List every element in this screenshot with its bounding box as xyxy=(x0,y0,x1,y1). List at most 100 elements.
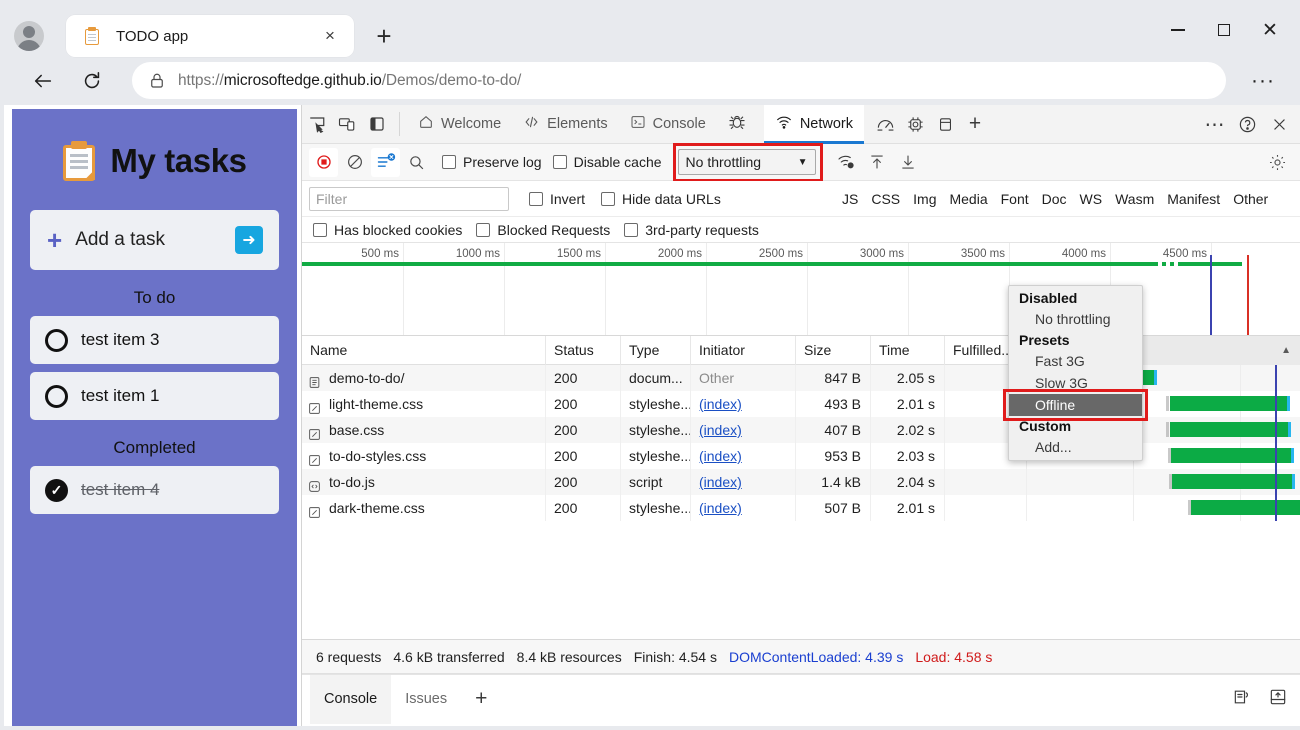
drawer-add-tab-button[interactable]: + xyxy=(461,675,501,724)
checkbox-unchecked-icon[interactable] xyxy=(45,384,68,408)
inspect-element-icon[interactable] xyxy=(302,109,332,139)
disable-cache-checkbox[interactable]: Disable cache xyxy=(552,154,662,170)
invert-checkbox[interactable]: Invert xyxy=(529,191,585,207)
cell-name[interactable]: dark-theme.css xyxy=(302,495,546,521)
filter-input[interactable]: Filter xyxy=(309,186,509,211)
tab-welcome[interactable]: Welcome xyxy=(407,105,512,144)
type-filter-wasm[interactable]: Wasm xyxy=(1115,191,1154,207)
tab-console[interactable]: Console xyxy=(619,105,717,144)
table-row[interactable]: dark-theme.css 200 styleshe... (index) 507 B… xyxy=(302,495,1300,521)
console-settings-icon[interactable] xyxy=(1232,687,1252,712)
waterfall-bar[interactable] xyxy=(1169,396,1287,411)
preserve-log-checkbox[interactable]: Preserve log xyxy=(442,154,542,170)
cell-name[interactable]: base.css xyxy=(302,417,546,443)
cell-initiator[interactable]: (index) xyxy=(691,495,796,521)
initiator-link[interactable]: (index) xyxy=(699,396,742,412)
task-item[interactable]: ✓ test item 4 xyxy=(30,466,279,514)
checkbox-unchecked-icon[interactable] xyxy=(45,328,68,352)
third-party-checkbox[interactable]: 3rd-party requests xyxy=(624,222,759,238)
add-task-input[interactable]: + Add a task ➜ xyxy=(30,210,279,270)
application-icon[interactable] xyxy=(930,109,960,139)
cell-name[interactable]: to-do-styles.css xyxy=(302,443,546,469)
close-icon[interactable]: × xyxy=(320,26,340,46)
back-icon[interactable] xyxy=(26,64,60,98)
checkbox[interactable] xyxy=(476,222,491,237)
checkbox-checked-icon[interactable]: ✓ xyxy=(45,478,68,502)
drawer-tab-console[interactable]: Console xyxy=(310,674,392,724)
reload-icon[interactable] xyxy=(75,64,109,98)
type-filter-css[interactable]: CSS xyxy=(871,191,900,207)
task-item[interactable]: test item 3 xyxy=(30,316,279,364)
column-header-initiator[interactable]: Initiator xyxy=(691,336,796,365)
hide-data-urls-checkbox[interactable]: Hide data URLs xyxy=(601,191,721,207)
table-row[interactable]: light-theme.css 200 styleshe... (index) 493 … xyxy=(302,391,1300,417)
new-tab-button[interactable]: + xyxy=(368,21,400,51)
has-blocked-cookies-checkbox[interactable]: Has blocked cookies xyxy=(313,222,462,238)
column-header-size[interactable]: Size xyxy=(796,336,871,365)
type-filter-font[interactable]: Font xyxy=(1001,191,1029,207)
gauge-icon[interactable] xyxy=(870,109,900,139)
network-conditions-icon[interactable] xyxy=(832,148,861,177)
checkbox[interactable] xyxy=(552,155,567,169)
waterfall-bar[interactable] xyxy=(1172,474,1293,489)
clear-icon[interactable] xyxy=(340,148,369,177)
table-row[interactable]: to-do.js 200 script (index) 1.4 kB 2.04 s xyxy=(302,469,1300,495)
type-filter-js[interactable]: JS xyxy=(842,191,858,207)
cell-initiator[interactable]: (index) xyxy=(691,391,796,417)
import-har-icon[interactable] xyxy=(863,148,892,177)
column-header-name[interactable]: Name xyxy=(302,336,546,365)
help-icon[interactable] xyxy=(1232,110,1262,140)
cell-name[interactable]: demo-to-do/ xyxy=(302,365,546,391)
waterfall-bar[interactable] xyxy=(1170,448,1291,463)
column-header-status[interactable]: Status xyxy=(546,336,621,365)
type-filter-ws[interactable]: WS xyxy=(1080,191,1103,207)
column-header-time[interactable]: Time xyxy=(871,336,945,365)
table-row[interactable]: demo-to-do/200 docum... Other 847 B 2.05 s xyxy=(302,365,1300,391)
waterfall-bar[interactable] xyxy=(1191,500,1300,515)
type-filter-manifest[interactable]: Manifest xyxy=(1167,191,1220,207)
minimize-button[interactable] xyxy=(1155,13,1201,47)
dropdown-item-slow-3g[interactable]: Slow 3G xyxy=(1009,372,1142,394)
tab-debugger[interactable] xyxy=(717,105,764,144)
search-icon[interactable] xyxy=(402,148,431,177)
dock-side-icon[interactable] xyxy=(362,109,392,139)
dock-drawer-icon[interactable] xyxy=(1268,687,1288,712)
maximize-button[interactable] xyxy=(1201,13,1247,47)
checkbox[interactable] xyxy=(313,222,327,237)
blocked-requests-checkbox[interactable]: Blocked Requests xyxy=(476,222,610,238)
checkbox[interactable] xyxy=(624,222,639,237)
network-overview-timeline[interactable]: 500 ms 1000 ms 1500 ms 2000 ms 2500 ms 3000 m… xyxy=(302,243,1300,336)
type-filter-doc[interactable]: Doc xyxy=(1042,191,1067,207)
throttling-select[interactable]: No throttling ▼ xyxy=(677,149,816,175)
profile-avatar[interactable] xyxy=(14,21,44,51)
dropdown-item-no-throttling[interactable]: No throttling xyxy=(1009,308,1142,330)
dropdown-item-add[interactable]: Add... xyxy=(1009,436,1142,458)
settings-gear-icon[interactable] xyxy=(1263,148,1292,177)
task-item[interactable]: test item 1 xyxy=(30,372,279,420)
dropdown-item-fast-3g[interactable]: Fast 3G xyxy=(1009,350,1142,372)
browser-settings-icon[interactable]: ··· xyxy=(1246,64,1280,98)
type-filter-img[interactable]: Img xyxy=(913,191,936,207)
table-row[interactable]: to-do-styles.css 200 styleshe... (index) 953… xyxy=(302,443,1300,469)
checkbox[interactable] xyxy=(529,191,543,206)
filter-off-icon[interactable] xyxy=(371,147,400,177)
throttling-dropdown-menu[interactable]: Disabled No throttling Presets Fast 3G S… xyxy=(1003,285,1148,461)
cell-initiator[interactable]: (index) xyxy=(691,469,796,495)
tab-network[interactable]: Network xyxy=(763,104,865,144)
checkbox[interactable] xyxy=(601,191,616,206)
device-emulation-icon[interactable] xyxy=(332,109,362,139)
browser-tab[interactable]: TODO app × xyxy=(66,15,354,57)
cell-initiator[interactable]: (index) xyxy=(691,417,796,443)
more-tools-icon[interactable]: ⋯ xyxy=(1200,110,1230,140)
submit-task-button[interactable]: ➜ xyxy=(235,226,263,254)
table-row[interactable]: base.css 200 styleshe... (index) 407 B 2.02 s xyxy=(302,417,1300,443)
cell-name[interactable]: light-theme.css xyxy=(302,391,546,417)
plus-icon[interactable]: + xyxy=(960,109,990,139)
initiator-link[interactable]: (index) xyxy=(699,500,742,516)
chip-icon[interactable] xyxy=(900,109,930,139)
window-close-button[interactable]: ✕ xyxy=(1247,13,1293,47)
dropdown-item-offline[interactable]: Offline xyxy=(1009,394,1142,416)
export-har-icon[interactable] xyxy=(894,148,923,177)
drawer-tab-issues[interactable]: Issues xyxy=(391,675,461,724)
waterfall-bar[interactable] xyxy=(1169,422,1289,437)
